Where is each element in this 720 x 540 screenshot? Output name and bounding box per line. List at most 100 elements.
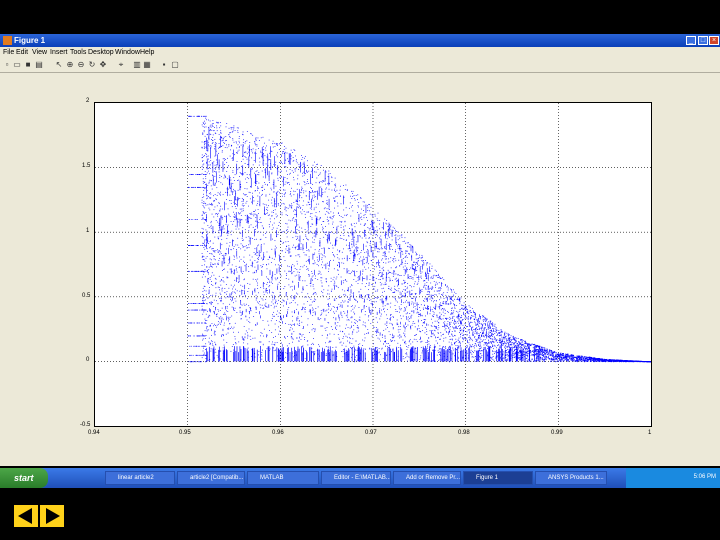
data-point xyxy=(428,337,430,339)
data-point xyxy=(551,352,553,353)
data-point xyxy=(252,290,253,295)
data-point xyxy=(361,208,362,210)
data-point xyxy=(215,232,216,233)
data-point xyxy=(270,189,272,191)
data-point xyxy=(205,153,207,154)
data-point xyxy=(273,337,274,338)
menu-desktop[interactable]: Desktop xyxy=(88,49,114,56)
data-point xyxy=(251,169,253,171)
data-point xyxy=(423,287,425,289)
data-point xyxy=(488,342,490,344)
data-point xyxy=(425,298,427,300)
data-point xyxy=(340,302,342,304)
minimize-button[interactable]: _ xyxy=(686,36,696,45)
data-point xyxy=(429,346,431,348)
data-point xyxy=(548,354,550,355)
data-point xyxy=(439,299,440,301)
menu-insert[interactable]: Insert xyxy=(50,49,68,56)
data-point xyxy=(535,351,536,353)
data-point xyxy=(452,349,454,351)
data-point xyxy=(467,341,468,344)
close-button[interactable]: × xyxy=(709,36,719,45)
data-point xyxy=(262,176,264,178)
plot-axes[interactable] xyxy=(94,102,652,427)
data-point xyxy=(418,275,420,277)
data-point xyxy=(213,258,215,260)
data-point xyxy=(480,327,482,329)
data-point xyxy=(296,318,298,322)
data-point xyxy=(382,300,384,305)
data-point xyxy=(302,266,304,268)
data-point xyxy=(247,343,249,345)
data-point xyxy=(208,196,209,197)
data-point xyxy=(203,247,205,248)
save-icon[interactable]: ■ xyxy=(24,61,32,69)
rotate-icon[interactable]: ↻ xyxy=(88,61,96,69)
data-cursor-icon[interactable]: ⌖ xyxy=(117,61,125,69)
pointer-icon[interactable]: ↖ xyxy=(55,61,63,69)
data-point xyxy=(356,355,358,356)
data-point xyxy=(226,276,228,278)
data-point xyxy=(542,347,543,349)
print-icon[interactable]: ▤ xyxy=(35,61,43,69)
pan-icon[interactable]: ✥ xyxy=(99,61,107,69)
data-point xyxy=(298,275,300,281)
data-point xyxy=(293,217,295,218)
data-point xyxy=(375,281,376,283)
data-point xyxy=(257,278,259,280)
menu-window[interactable]: Window xyxy=(115,49,140,56)
data-point xyxy=(255,183,257,185)
data-point xyxy=(451,289,452,290)
data-point xyxy=(283,149,285,150)
menu-view[interactable]: View xyxy=(32,49,47,56)
data-point xyxy=(365,204,367,213)
data-point xyxy=(430,325,432,327)
zoom-in-icon[interactable]: ⊕ xyxy=(66,61,74,69)
menu-edit[interactable]: Edit xyxy=(16,49,28,56)
data-point xyxy=(314,301,315,302)
data-point xyxy=(480,347,482,349)
hide-plot-tools-icon[interactable]: ▪ xyxy=(160,61,168,69)
data-point xyxy=(277,283,279,285)
title-bar[interactable]: Figure 1 _ □ × xyxy=(0,34,720,47)
data-point xyxy=(314,215,316,217)
data-point xyxy=(372,254,374,256)
data-point xyxy=(345,207,347,209)
data-point xyxy=(300,211,302,213)
menu-file[interactable]: File xyxy=(3,49,14,56)
data-point xyxy=(298,254,300,256)
data-point xyxy=(274,323,276,325)
data-point xyxy=(404,280,406,282)
data-point xyxy=(392,291,394,293)
new-file-icon[interactable]: ▫ xyxy=(3,61,11,69)
data-point xyxy=(312,237,313,239)
zoom-out-icon[interactable]: ⊖ xyxy=(77,61,85,69)
data-point xyxy=(389,289,391,290)
data-point xyxy=(340,280,342,286)
data-point xyxy=(221,244,223,246)
colorbar-icon[interactable]: ▥ xyxy=(133,61,141,69)
menu-help[interactable]: Help xyxy=(140,49,154,56)
data-point xyxy=(201,154,203,156)
data-point xyxy=(203,273,204,275)
maximize-button[interactable]: □ xyxy=(698,36,708,45)
show-plot-tools-icon[interactable]: ▢ xyxy=(171,61,179,69)
open-icon[interactable]: ▭ xyxy=(13,61,21,69)
data-point xyxy=(238,199,239,201)
data-point xyxy=(237,212,239,214)
data-point xyxy=(267,320,269,322)
data-point xyxy=(343,301,345,303)
data-point xyxy=(313,239,315,241)
data-point xyxy=(369,232,371,234)
data-point xyxy=(456,299,458,300)
data-point xyxy=(214,250,216,252)
legend-icon[interactable]: ▦ xyxy=(143,61,151,69)
data-point xyxy=(205,290,207,292)
data-point xyxy=(316,163,318,165)
data-point xyxy=(324,256,326,258)
data-point xyxy=(283,194,285,195)
data-point xyxy=(222,138,224,139)
data-point xyxy=(381,348,383,350)
data-point xyxy=(298,204,300,206)
menu-tools[interactable]: Tools xyxy=(70,49,86,56)
